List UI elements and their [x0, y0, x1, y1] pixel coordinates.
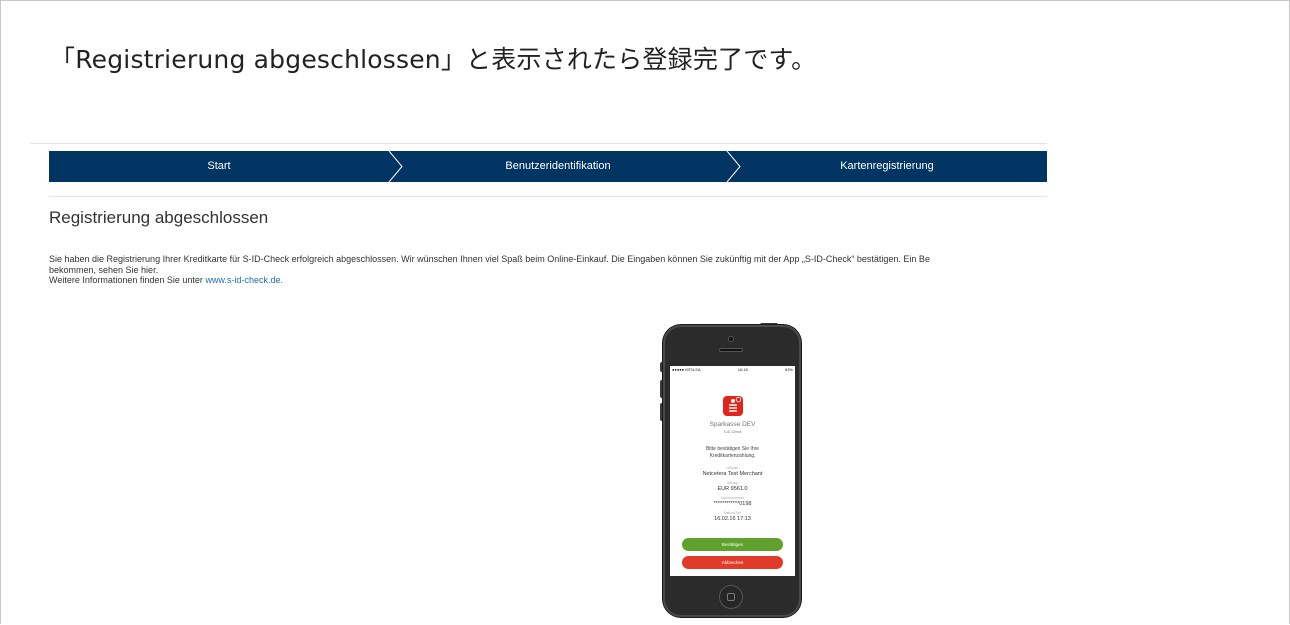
- date-value: 16.02.16 17:13: [714, 516, 751, 522]
- amount-label: Betrag: [727, 481, 738, 485]
- info-line: Weitere Informationen finden Sie unter w…: [49, 275, 1047, 286]
- cancel-button[interactable]: Abbrechen: [682, 556, 783, 569]
- info-prefix: Weitere Informationen finden Sie unter: [49, 275, 206, 285]
- progress-stepbar: Start Benutzeridentifikation Kartenregis…: [49, 151, 1047, 182]
- clock-label: 16:18: [737, 367, 748, 372]
- step-start: Start: [207, 160, 231, 172]
- battery-label: 63%: [784, 367, 793, 372]
- divider: [30, 143, 1047, 144]
- carrier-label: ●●●●● MTN-SA: [672, 367, 701, 372]
- page-title: Registrierung abgeschlossen: [49, 208, 269, 227]
- camera-icon: [728, 336, 734, 342]
- confirmation-prompt: Bitte bestätigen Sie Ihre Kreditkartenza…: [670, 446, 795, 460]
- s-id-check-link[interactable]: www.s-id-check.de.: [205, 275, 283, 285]
- bank-name: Sparkasse DEV: [709, 421, 756, 428]
- phone-illustration: ●●●●● MTN-SA 16:18 63% Sparkasse DEV S-I…: [663, 325, 801, 617]
- sparkasse-logo-icon: [723, 396, 743, 416]
- home-button: [719, 585, 743, 609]
- step-card-registration: Kartenregistrierung: [840, 160, 934, 172]
- speaker-grille: [719, 348, 743, 352]
- card-number-label: Kartennummer: [720, 496, 745, 500]
- caption-text: 「Registrierung abgeschlossen」と表示されたら登録完了…: [50, 45, 817, 74]
- step-user-identification: Benutzeridentifikation: [505, 160, 611, 172]
- page-frame: [0, 0, 1290, 624]
- message-line: bekommen, sehen Sie hier.: [49, 264, 159, 275]
- merchant-value: Netcetera Test Merchant: [702, 471, 763, 477]
- date-label: Datum/Zeit: [723, 511, 742, 515]
- amount-value: EUR 9561.0: [717, 486, 748, 492]
- prompt-line: Bitte bestätigen Sie Ihre: [705, 446, 760, 452]
- merchant-label: Händler: [726, 466, 739, 470]
- message-line: Sie haben die Registrierung Ihrer Kredit…: [49, 254, 930, 264]
- confirmation-message: Sie haben die Registrierung Ihrer Kredit…: [49, 254, 1047, 286]
- card-number-value: ************0198: [713, 501, 752, 507]
- confirm-button[interactable]: Bestätigen: [682, 538, 783, 551]
- app-name: S-ID-Check: [723, 430, 742, 434]
- phone-status-bar: ●●●●● MTN-SA 16:18 63%: [670, 366, 795, 373]
- prompt-line: Kreditkartenzahlung.: [709, 453, 756, 459]
- divider: [49, 196, 1047, 197]
- phone-screen: ●●●●● MTN-SA 16:18 63% Sparkasse DEV S-I…: [670, 366, 795, 576]
